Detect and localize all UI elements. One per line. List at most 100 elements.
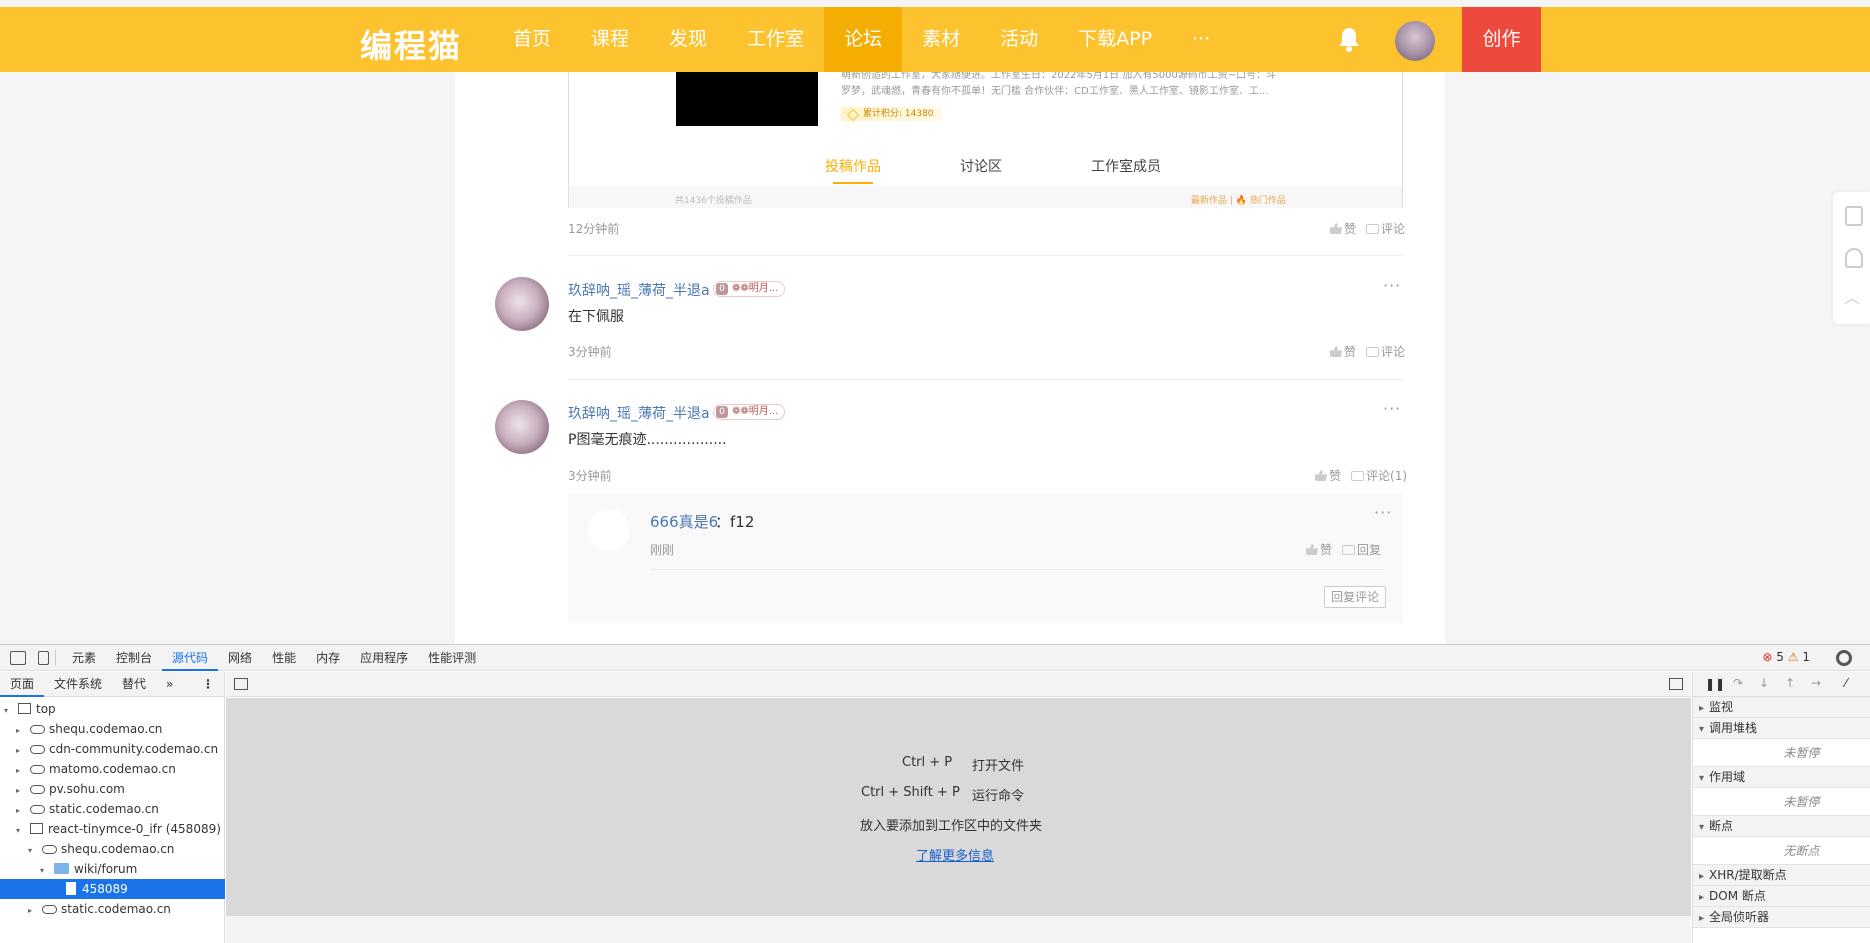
toggle-navigator-icon[interactable] (234, 678, 248, 690)
site-logo[interactable]: 编程猫 (360, 21, 462, 67)
debugger-section-header[interactable]: 全局侦听器 (1693, 907, 1870, 928)
more-tabs-button[interactable]: » (156, 672, 183, 697)
tab-studio-members[interactable]: 工作室成员 (1091, 156, 1161, 176)
like-button[interactable]: 赞 (1330, 220, 1356, 237)
tree-item[interactable]: ▸ matomo.codemao.cn (0, 759, 225, 779)
comment-button[interactable]: 评论 (1366, 343, 1405, 360)
step-into-icon[interactable]: ↓ (1759, 676, 1769, 690)
tree-item[interactable]: ▸ static.codemao.cn (0, 799, 225, 819)
tree-item[interactable]: 458089 (0, 879, 225, 899)
tree-item[interactable]: ▸ cdn-community.codemao.cn (0, 739, 225, 759)
expand-toggle-icon[interactable]: ▸ (16, 741, 26, 761)
step-out-icon[interactable]: ↑ (1785, 676, 1795, 690)
user-avatar[interactable] (1395, 21, 1435, 61)
commenter-name[interactable]: 玖辞呐_瑶_薄荷_半退a (568, 280, 710, 300)
commenter-avatar[interactable] (495, 400, 549, 454)
tab-discussion[interactable]: 讨论区 (960, 156, 1002, 176)
nav-item-home[interactable]: 首页 (493, 7, 571, 72)
nav-item-forum[interactable]: 论坛 (824, 7, 903, 72)
cloud-icon (30, 805, 45, 814)
reply-user-name[interactable]: 666真是6 (650, 511, 718, 532)
pause-icon[interactable]: ❚❚ (1705, 677, 1725, 691)
reply-more-button[interactable]: ··· (1374, 503, 1392, 522)
tree-item[interactable]: ▾ react-tinymce-0_ifr (458089) (0, 819, 225, 839)
deactivate-breakpoints-icon[interactable]: ⁄ (1845, 676, 1847, 690)
issue-counter[interactable]: ⊗ 5 ⚠ 1 (1762, 650, 1810, 664)
tree-item[interactable]: ▸ shequ.codemao.cn (0, 719, 225, 739)
create-button[interactable]: 创作 (1462, 7, 1541, 72)
tree-item[interactable]: ▾ top (0, 699, 225, 719)
step-over-icon[interactable]: ↷ (1733, 676, 1743, 690)
tree-item[interactable]: ▸ static.codemao.cn (0, 899, 225, 919)
expand-toggle-icon[interactable]: ▾ (40, 861, 50, 881)
tree-item-label: shequ.codemao.cn (49, 722, 163, 736)
kebab-menu-icon[interactable]: ⋮ (202, 677, 214, 691)
tab-overrides[interactable]: 替代 (112, 672, 156, 697)
expand-toggle-icon[interactable]: ▸ (16, 761, 26, 781)
debugger-section-header[interactable]: XHR/提取断点 (1693, 865, 1870, 886)
step-icon[interactable]: → (1811, 676, 1821, 690)
debugger-section-header[interactable]: 断点 (1693, 816, 1870, 837)
run-command-shortcut: Ctrl + Shift + P (861, 785, 960, 800)
expand-toggle-icon[interactable]: ▸ (16, 801, 26, 821)
expand-toggle-icon[interactable]: ▾ (16, 821, 26, 841)
tab-memory[interactable]: 内存 (306, 645, 350, 671)
reply-comment-button[interactable]: 回复评论 (1324, 586, 1387, 608)
like-button[interactable]: 赞 (1315, 467, 1341, 484)
tab-network[interactable]: 网络 (218, 645, 262, 671)
nav-item-download-app[interactable]: 下载APP (1058, 7, 1172, 72)
expand-toggle-icon[interactable]: ▸ (16, 781, 26, 801)
bell-icon[interactable] (1336, 25, 1362, 53)
run-command-hint: 运行命令 (972, 789, 1025, 804)
phone-icon[interactable] (1845, 206, 1863, 226)
tab-sources[interactable]: 源代码 (162, 645, 219, 671)
reply-like-button[interactable]: 赞 (1306, 541, 1332, 558)
debugger-section-header[interactable]: 作用域 (1693, 767, 1870, 788)
toggle-debugger-icon[interactable] (1669, 678, 1683, 690)
tab-performance[interactable]: 性能 (262, 645, 306, 671)
tree-item[interactable]: ▾ shequ.codemao.cn (0, 839, 225, 859)
nav-item-studio[interactable]: 工作室 (727, 7, 824, 72)
expand-toggle-icon[interactable]: ▸ (16, 721, 26, 741)
comment-button[interactable]: 评论 (1366, 220, 1405, 237)
back-to-top-icon[interactable]: ︿ (1844, 284, 1860, 308)
tab-console[interactable]: 控制台 (106, 645, 162, 671)
debugger-section-header[interactable]: DOM 断点 (1693, 886, 1870, 907)
nav-item-activity[interactable]: 活动 (980, 7, 1058, 72)
nav-item-material[interactable]: 素材 (902, 7, 980, 72)
works-sort-options[interactable]: 最新作品 | 🔥 热门作品 (1191, 193, 1286, 206)
debugger-section-header[interactable]: 调用堆栈 (1693, 718, 1870, 739)
tab-elements[interactable]: 元素 (62, 645, 106, 671)
reply-reply-button[interactable]: 回复 (1342, 541, 1381, 558)
commenter-name[interactable]: 玖辞呐_瑶_薄荷_半退a (568, 403, 710, 423)
debugger-section-header[interactable]: 监视 (1693, 697, 1870, 718)
like-button[interactable]: 赞 (1330, 343, 1356, 360)
tab-lighthouse[interactable]: 性能评测 (418, 645, 486, 671)
learn-more-link[interactable]: 了解更多信息 (916, 845, 994, 864)
open-file-shortcut: Ctrl + P (902, 755, 953, 770)
inspect-element-icon[interactable] (10, 650, 26, 665)
reply-avatar[interactable] (588, 509, 630, 551)
nav-more-button[interactable]: ··· (1172, 7, 1230, 72)
expand-toggle-icon[interactable]: ▾ (28, 841, 38, 861)
tab-submitted-works[interactable]: 投稿作品 (825, 156, 881, 184)
more-options-button[interactable]: ··· (1383, 399, 1401, 418)
tab-application[interactable]: 应用程序 (350, 645, 418, 671)
thumb-up-icon (1306, 544, 1318, 555)
expand-toggle-icon[interactable]: ▸ (28, 901, 38, 921)
tab-page[interactable]: 页面 (0, 672, 45, 697)
more-options-button[interactable]: ··· (1383, 276, 1401, 295)
tree-item[interactable]: ▾ wiki/forum (0, 859, 225, 879)
nav-item-discover[interactable]: 发现 (649, 7, 727, 72)
editor-toolbar (226, 672, 1691, 697)
qq-icon[interactable] (1845, 248, 1863, 268)
tab-filesystem[interactable]: 文件系统 (44, 672, 112, 697)
comment-button[interactable]: 评论(1) (1351, 467, 1407, 484)
commenter-avatar[interactable] (495, 277, 549, 331)
comment-divider (568, 379, 1403, 380)
tree-item[interactable]: ▸ pv.sohu.com (0, 779, 225, 799)
expand-toggle-icon[interactable]: ▾ (4, 701, 14, 721)
settings-gear-icon[interactable] (1836, 650, 1852, 666)
device-toolbar-icon[interactable] (38, 650, 49, 665)
nav-item-course[interactable]: 课程 (571, 7, 649, 72)
